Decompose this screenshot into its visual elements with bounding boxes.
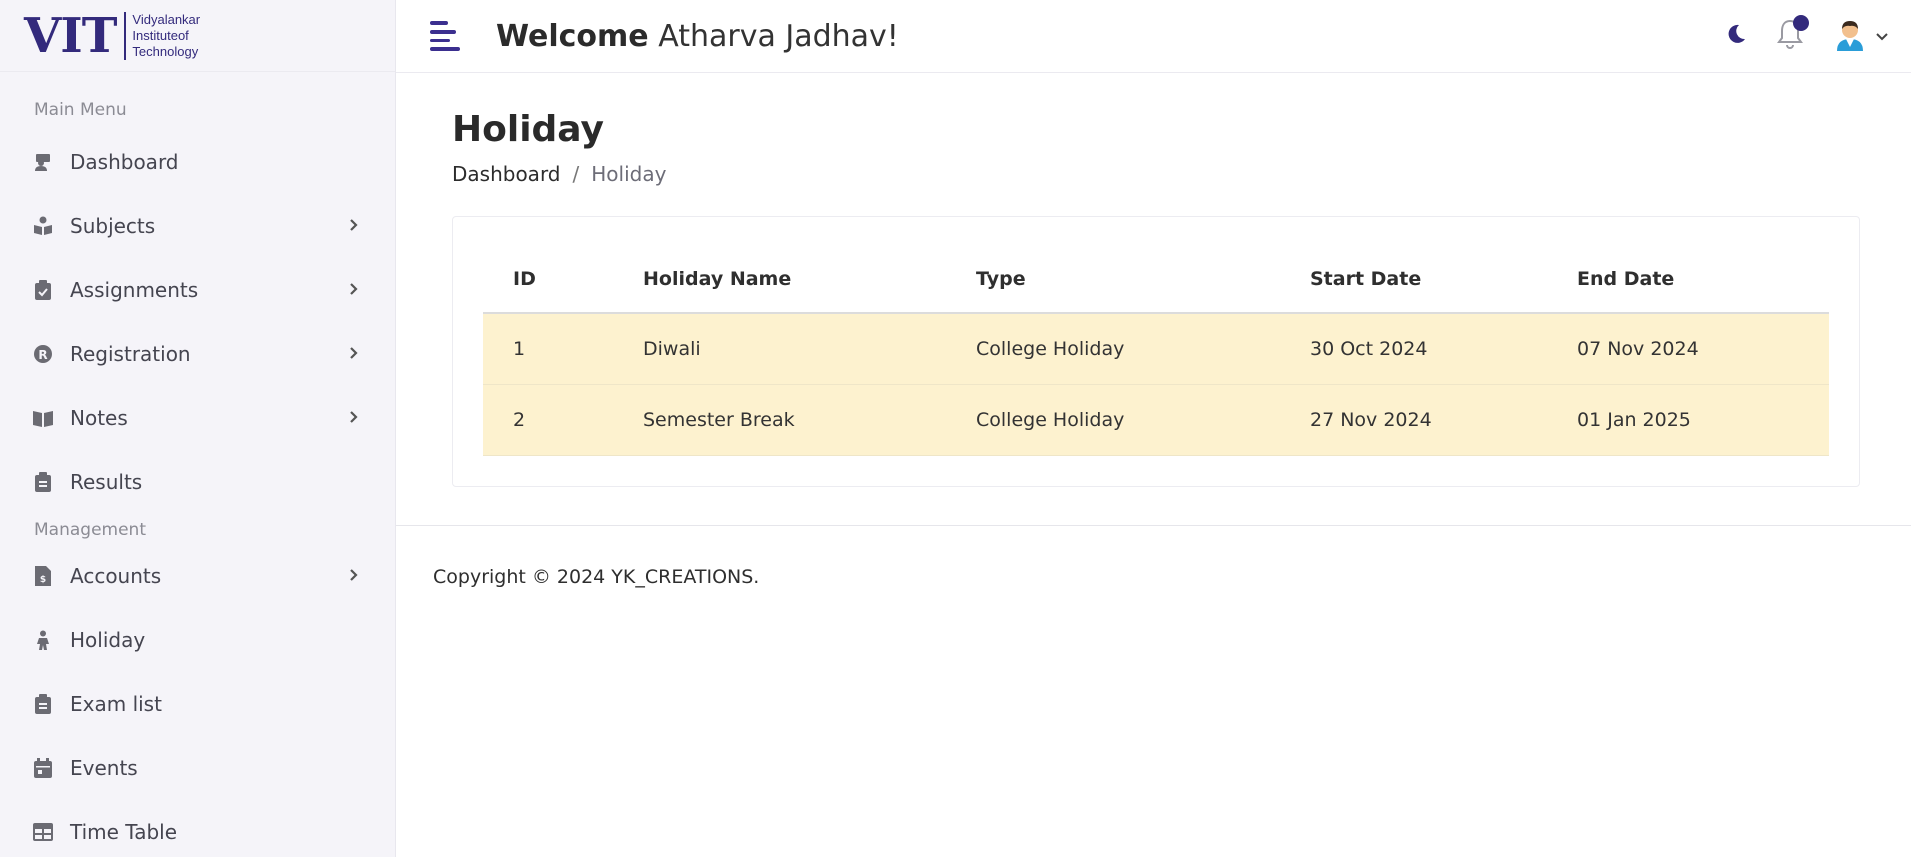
clipboard-check-icon (32, 279, 54, 301)
logo-line-2: Institute of (132, 27, 189, 43)
breadcrumb-current: Holiday (591, 162, 667, 186)
sidebar-item-label: Subjects (70, 214, 156, 238)
header-actions (1725, 15, 1889, 55)
cell-start-date: 30 Oct 2024 (1280, 313, 1547, 385)
svg-text:R: R (38, 348, 47, 362)
clipboard-list-icon (32, 471, 54, 493)
cell-id: 1 (483, 313, 613, 385)
sidebar-item-label: Holiday (70, 628, 146, 652)
sidebar-item-label: Dashboard (70, 150, 179, 174)
footer: Copyright © 2024 YK_CREATIONS. (396, 526, 1911, 588)
column-header-start-date[interactable]: Start Date (1280, 245, 1547, 314)
table-row[interactable]: 2 Semester Break College Holiday 27 Nov … (483, 384, 1829, 456)
sidebar: VIT Vidyalankar Institute of Technology M… (0, 0, 396, 857)
cell-name: Diwali (613, 313, 946, 385)
clipboard-list-icon (32, 693, 54, 715)
cell-type: College Holiday (946, 313, 1280, 385)
logo-line-1: Vidyalankar (132, 11, 201, 27)
top-header: Welcome Atharva Jadhav! (396, 0, 1911, 73)
sidebar-item-label: Exam list (70, 692, 162, 716)
teacher-icon (32, 151, 54, 173)
holiday-icon (32, 629, 54, 651)
moon-icon (1725, 23, 1747, 49)
cell-id: 2 (483, 384, 613, 456)
menu-title-main: Main Menu (34, 100, 127, 120)
column-header-end-date[interactable]: End Date (1547, 245, 1829, 314)
avatar (1833, 17, 1867, 55)
logo-line-3: Technology (132, 43, 199, 59)
burger-line (430, 29, 456, 34)
menu-toggle-button[interactable] (430, 21, 460, 51)
copyright-text: Copyright © 2024 YK_CREATIONS. (433, 565, 760, 588)
chevron-right-icon (349, 345, 359, 364)
file-invoice-dollar-icon: $ (32, 565, 54, 587)
welcome-message: Welcome Atharva Jadhav! (496, 19, 899, 54)
page-title: Holiday (452, 109, 604, 150)
sidebar-item-accounts[interactable]: $ Accounts (0, 544, 395, 608)
calendar-icon (32, 757, 54, 779)
breadcrumb-separator: / (572, 162, 580, 186)
chevron-right-icon (349, 567, 359, 586)
sidebar-item-notes[interactable]: Notes (0, 386, 395, 450)
breadcrumb: Dashboard / Holiday (452, 162, 1861, 186)
column-header-id[interactable]: ID (483, 245, 613, 314)
dark-mode-toggle[interactable] (1725, 23, 1747, 49)
app-root: VIT Vidyalankar Institute of Technology M… (0, 0, 1911, 857)
book-open-icon (32, 407, 54, 429)
logo[interactable]: VIT Vidyalankar Institute of Technology (0, 0, 395, 72)
menu-title-management: Management (34, 520, 146, 540)
sidebar-item-label: Notes (70, 406, 128, 430)
burger-line (430, 38, 450, 43)
sidebar-item-events[interactable]: Events (0, 736, 395, 800)
sidebar-item-label: Events (70, 756, 138, 780)
notification-badge (1793, 15, 1809, 31)
column-header-type[interactable]: Type (946, 245, 1280, 314)
sidebar-item-assignments[interactable]: Assignments (0, 258, 395, 322)
chevron-down-icon (1875, 27, 1889, 46)
breadcrumb-link-dashboard[interactable]: Dashboard (452, 162, 561, 186)
chevron-right-icon (349, 217, 359, 236)
cell-name: Semester Break (613, 384, 946, 456)
table-icon (32, 821, 54, 843)
table-header-row: ID Holiday Name Type Start Date End Date (483, 245, 1829, 314)
user-name: Atharva Jadhav! (658, 18, 899, 54)
sidebar-item-registration[interactable]: R Registration (0, 322, 395, 386)
sidebar-item-label: Results (70, 470, 143, 494)
sidebar-item-label: Assignments (70, 278, 199, 302)
logo-divider (124, 11, 127, 60)
table-row[interactable]: 1 Diwali College Holiday 30 Oct 2024 07 … (483, 313, 1829, 385)
holiday-card: ID Holiday Name Type Start Date End Date… (452, 216, 1860, 487)
welcome-label: Welcome (496, 18, 649, 54)
svg-text:$: $ (40, 575, 46, 585)
column-header-name[interactable]: Holiday Name (613, 245, 946, 314)
sidebar-item-subjects[interactable]: Subjects (0, 194, 395, 258)
chevron-right-icon (349, 281, 359, 300)
sidebar-item-results[interactable]: Results (0, 450, 395, 514)
profile-menu[interactable] (1833, 17, 1889, 55)
cell-type: College Holiday (946, 384, 1280, 456)
cell-end-date: 07 Nov 2024 (1547, 313, 1829, 385)
cell-start-date: 27 Nov 2024 (1280, 384, 1547, 456)
logo-text: Vidyalankar Institute of Technology (132, 12, 202, 60)
burger-line (430, 21, 448, 25)
sidebar-item-holiday[interactable]: Holiday (0, 608, 395, 672)
cell-end-date: 01 Jan 2025 (1547, 384, 1829, 456)
chevron-right-icon (349, 409, 359, 428)
holiday-table: ID Holiday Name Type Start Date End Date… (483, 245, 1829, 456)
main-area: Welcome Atharva Jadhav! Holiday Dashboar… (396, 0, 1911, 857)
book-reader-icon (32, 215, 54, 237)
sidebar-item-label: Registration (70, 342, 191, 366)
sidebar-item-dashboard[interactable]: Dashboard (0, 130, 395, 194)
logo-mark: VIT (24, 7, 117, 64)
sidebar-item-time-table[interactable]: Time Table (0, 800, 395, 857)
page-content: Holiday Dashboard / Holiday ID Holiday N… (396, 73, 1911, 487)
burger-line (430, 47, 460, 51)
notifications-button[interactable] (1777, 15, 1809, 53)
sidebar-item-exam-list[interactable]: Exam list (0, 672, 395, 736)
registered-icon: R (32, 343, 54, 365)
sidebar-item-label: Accounts (70, 564, 162, 588)
sidebar-item-label: Time Table (70, 820, 178, 844)
